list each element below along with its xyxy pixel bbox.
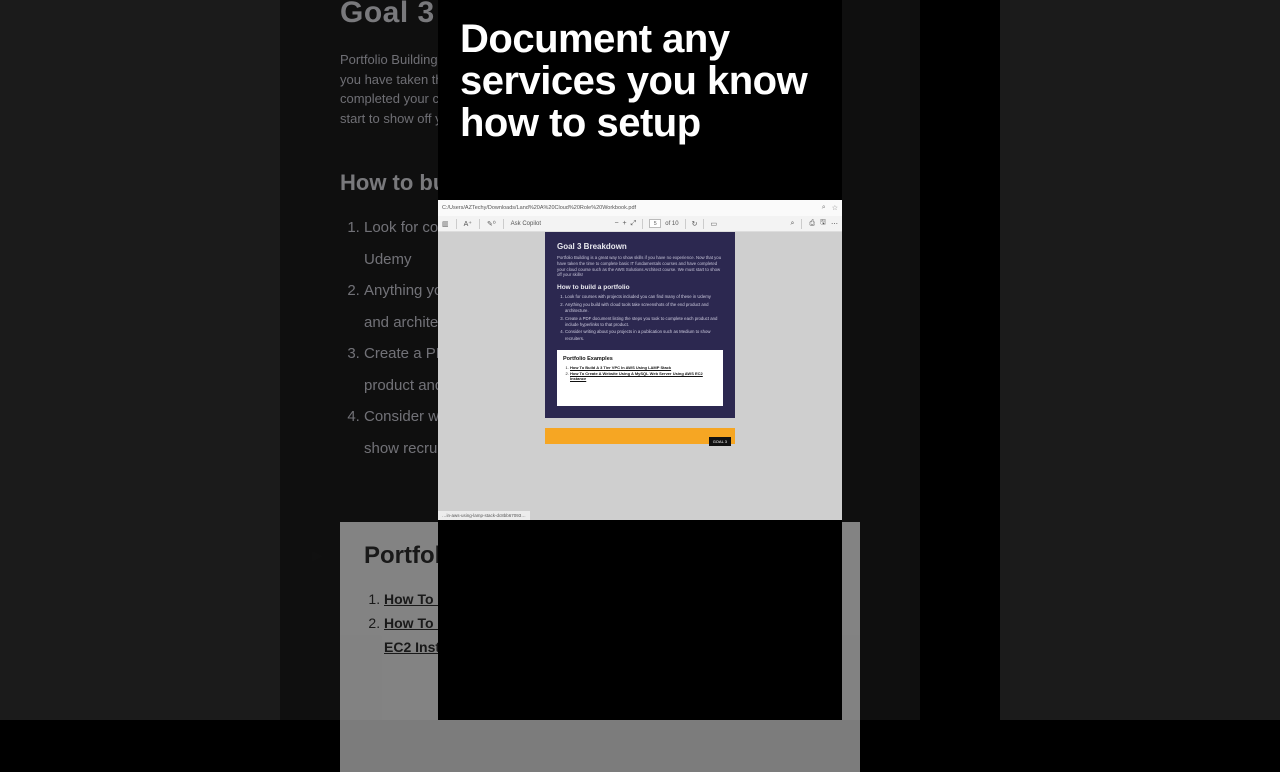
pdf-list-item: Consider writing about you projects in a…	[565, 329, 723, 342]
pdf-goal-tag: GOAL 3	[709, 437, 731, 446]
pdf-heading: Goal 3 Breakdown	[557, 242, 723, 251]
pdf-page: Goal 3 Breakdown Portfolio Building is a…	[545, 232, 735, 418]
letterbox-right	[1000, 0, 1280, 720]
pdf-list: Look for courses with projects included …	[557, 294, 723, 342]
star-icon[interactable]: ☆	[832, 204, 838, 212]
pdf-portfolio-item[interactable]: How To Create A Website Using A MySQL We…	[570, 371, 717, 382]
find-icon[interactable]: ⌕	[791, 220, 795, 228]
link-status-bar: …in-aws-using-lamp-stack-dc8bb67093…	[438, 511, 530, 520]
save-icon[interactable]: 🖫	[820, 218, 826, 229]
foreground-column: Document any services you know how to se…	[438, 0, 842, 720]
pdf-next-page-gold: GOAL 3	[545, 428, 735, 444]
address-bar[interactable]: C:/Users/AZTechy/Downloads/Land%20A%20Cl…	[438, 200, 842, 216]
fit-page-icon[interactable]: ⤢	[631, 220, 637, 228]
pdf-paragraph: Portfolio Building is a great way to sho…	[557, 255, 723, 278]
rotate-icon[interactable]: ↻	[692, 220, 698, 228]
text-size-button[interactable]: A⁺	[464, 220, 472, 228]
page-total: of 10	[665, 221, 678, 227]
pdf-list-item: Create a PDF document listing the steps …	[565, 316, 723, 329]
pdf-subheading: How to build a portfolio	[557, 284, 723, 291]
search-icon[interactable]: ⌕	[822, 204, 826, 212]
page-view-icon[interactable]: ▭	[710, 220, 717, 228]
pdf-viewer-window: C:/Users/AZTechy/Downloads/Land%20A%20Cl…	[438, 200, 842, 520]
letterbox-left	[0, 0, 280, 720]
pdf-list-item: Anything you build with cloud tools take…	[565, 302, 723, 315]
overlay-headline: Document any services you know how to se…	[438, 0, 842, 154]
page-number-input[interactable]: 5	[649, 219, 661, 228]
file-path: C:/Users/AZTechy/Downloads/Land%20A%20Cl…	[442, 205, 818, 211]
pdf-toolbar: ▥ A⁺ ✎⁰ Ask Copilot − + ⤢ 5 of 10 ↻ ▭	[438, 216, 842, 232]
pdf-portfolio-title: Portfolio Examples	[563, 356, 717, 362]
draw-icon[interactable]: ✎⁰	[487, 220, 496, 228]
pdf-portfolio-list: How To Build A 3 Tier VPC In AWS Using L…	[563, 365, 717, 382]
zoom-out-button[interactable]: −	[614, 220, 618, 227]
print-icon[interactable]: ⎙	[809, 220, 815, 228]
pdf-list-item: Look for courses with projects included …	[565, 294, 723, 300]
zoom-in-button[interactable]: +	[623, 220, 627, 227]
pdf-portfolio-box: Portfolio Examples How To Build A 3 Tier…	[557, 350, 723, 406]
ask-copilot-button[interactable]: Ask Copilot	[511, 221, 541, 227]
more-icon[interactable]: ⋯	[831, 220, 838, 228]
contents-icon[interactable]: ▥	[442, 220, 449, 228]
pointer-arrow-icon: ▸	[312, 542, 323, 568]
pdf-page-area[interactable]: Goal 3 Breakdown Portfolio Building is a…	[438, 232, 842, 520]
